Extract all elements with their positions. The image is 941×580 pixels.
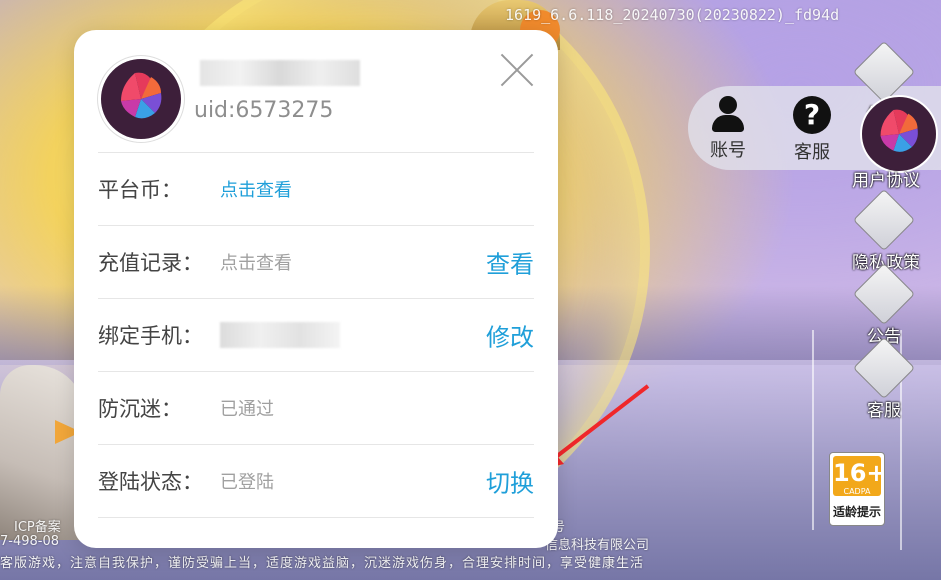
anti-addiction-status: 已通过: [220, 399, 274, 420]
row-label: 充值记录：: [98, 251, 203, 275]
footer-number: 7-498-08: [0, 534, 60, 549]
row-login-status: 登陆状态： 已登陆 切换: [98, 444, 534, 517]
side-service-label: 客服: [867, 401, 901, 421]
age-rating-label: 适龄提示: [832, 505, 881, 519]
recharge-record-value: 点击查看: [220, 253, 292, 274]
footer-company: 信息科技有限公司: [545, 538, 650, 553]
user-lock-icon: [852, 188, 916, 252]
age-rating-org: CADPA: [843, 487, 871, 496]
row-platform-coin: 平台币： 点击查看: [98, 152, 534, 225]
row-label: 平台币：: [98, 178, 182, 202]
modify-phone-button[interactable]: 修改: [486, 318, 534, 353]
document-icon: [852, 262, 916, 326]
row-label: 登陆状态：: [98, 470, 203, 494]
row-anti-addiction: 防沉迷： 已通过: [98, 371, 534, 444]
account-button[interactable]: 账号: [700, 96, 756, 162]
service-button[interactable]: ? 客服: [784, 96, 840, 164]
close-icon[interactable]: [499, 52, 535, 88]
account-button-label: 账号: [710, 140, 746, 161]
avatar: [98, 56, 184, 142]
view-recharge-button[interactable]: 查看: [486, 245, 534, 280]
side-user-agreement-label: 用户协议: [852, 171, 920, 191]
service-button-label: 客服: [794, 142, 830, 163]
side-privacy-button[interactable]: 隐私政策: [852, 188, 920, 273]
footer-icp: ICP备案: [14, 520, 61, 535]
footer-health-notice: 客版游戏，注意自我保护，谨防受骗上当，适度游戏益脑，沉迷游戏伤身，合理安排时间，…: [0, 556, 645, 571]
user-uid: uid:6573275: [194, 98, 334, 123]
spiral-logo-icon: [121, 72, 162, 119]
account-dialog: uid:6573275 平台币： 点击查看 充值记录： 点击查看 查看 绑定手机…: [74, 30, 558, 548]
side-service-button[interactable]: 客服: [852, 336, 916, 421]
headset-icon: [852, 336, 916, 400]
divider: [98, 517, 534, 518]
row-recharge-record: 充值记录： 点击查看 查看: [98, 225, 534, 298]
username-redacted: [200, 60, 360, 86]
side-user-agreement-button[interactable]: 用户协议: [852, 160, 920, 191]
person-icon: [710, 96, 746, 132]
version-string: 1619_6.6.118_20240730(20230822)_fd94d: [505, 6, 840, 24]
age-rating-badge[interactable]: 16+ CADPA 适龄提示: [829, 452, 887, 526]
platform-coin-link[interactable]: 点击查看: [220, 176, 292, 202]
row-label: 绑定手机：: [98, 324, 203, 348]
login-status-value: 已登陆: [220, 472, 274, 493]
background-line: [812, 330, 814, 530]
phone-number-redacted: [220, 322, 340, 348]
background-creature: [0, 365, 85, 540]
row-label: 防沉迷：: [98, 397, 182, 421]
side-notice-button[interactable]: 公告: [852, 262, 916, 347]
switch-account-button[interactable]: 切换: [486, 464, 534, 499]
row-bind-phone: 绑定手机： 修改: [98, 298, 534, 371]
gear-icon: [852, 40, 916, 104]
help-icon: ?: [793, 96, 831, 134]
